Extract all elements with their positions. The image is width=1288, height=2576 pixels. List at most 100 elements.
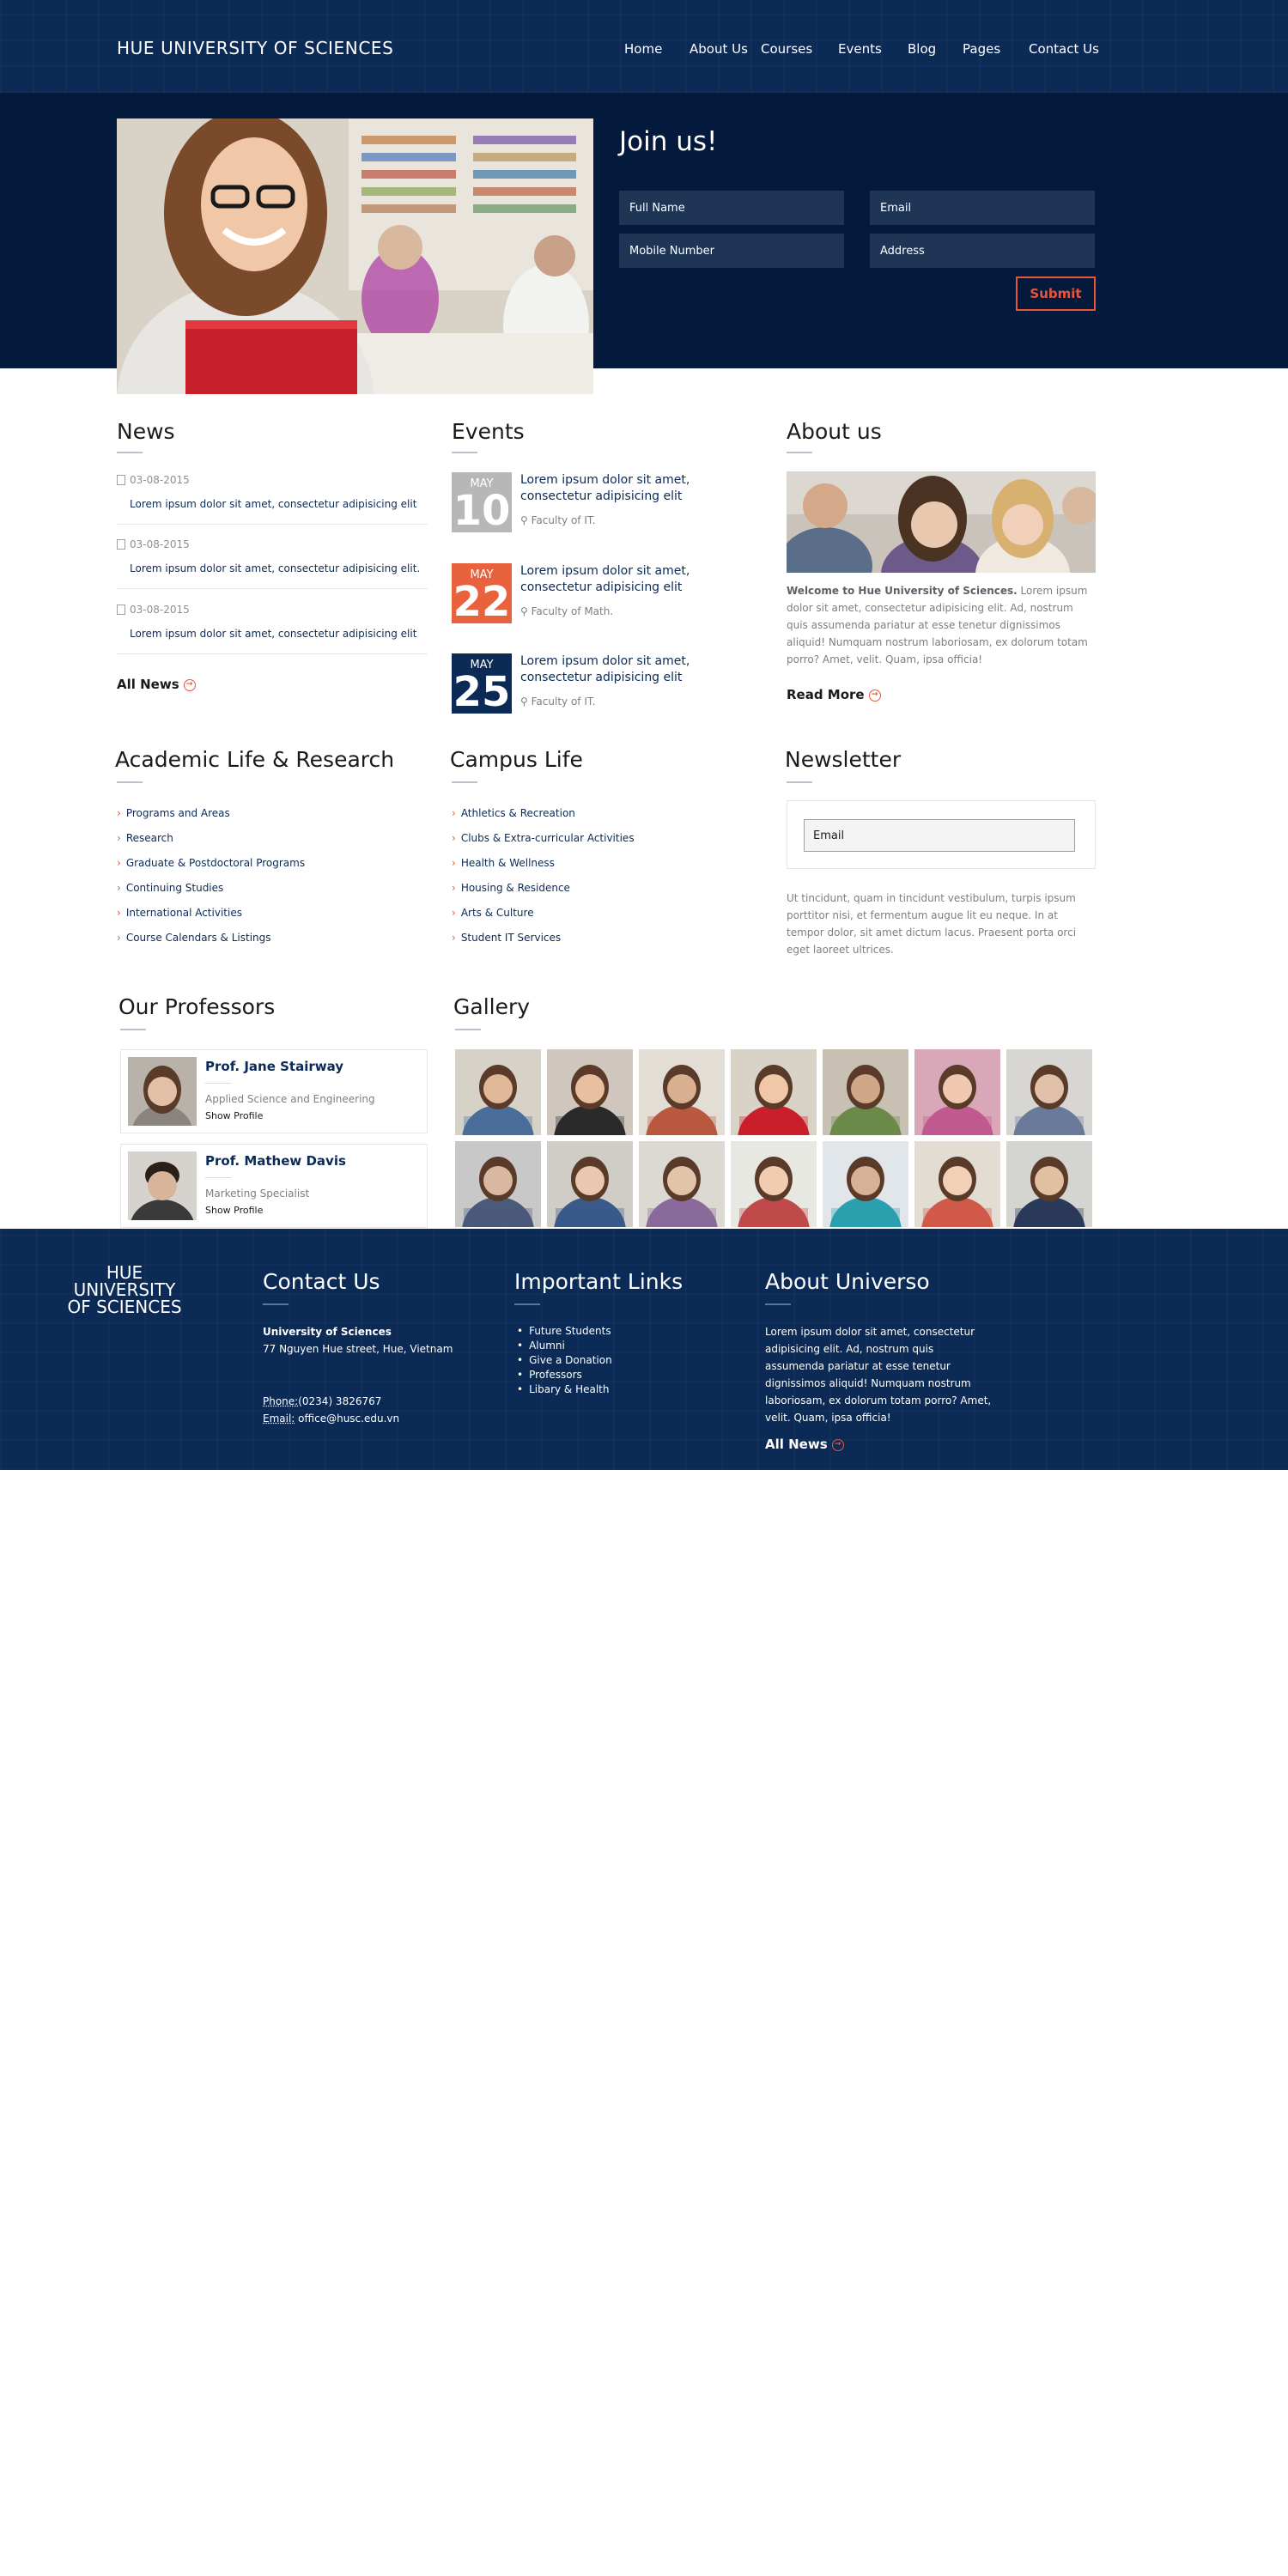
news-title[interactable]: Lorem ipsum dolor sit amet, consectetur … bbox=[130, 628, 416, 640]
gallery-thumbnail[interactable] bbox=[639, 1049, 725, 1135]
academic-link[interactable]: Course Calendars & Listings bbox=[117, 932, 271, 944]
show-profile-link[interactable]: Show Profile bbox=[205, 1110, 263, 1121]
map-marker-icon: ⚲ bbox=[520, 605, 528, 617]
academic-link[interactable]: Research bbox=[117, 832, 173, 844]
footer-links-heading: Important Links bbox=[514, 1269, 683, 1294]
professor-card[interactable]: Prof. Jane Stairway Applied Science and … bbox=[120, 1049, 428, 1133]
address-input[interactable] bbox=[870, 234, 1095, 268]
academic-link[interactable]: International Activities bbox=[117, 907, 242, 919]
event-location-text: Faculty of IT. bbox=[531, 696, 596, 708]
nav-pages[interactable]: Pages bbox=[963, 41, 1000, 57]
campus-link[interactable]: Clubs & Extra-curricular Activities bbox=[452, 832, 635, 844]
footer-contact-rule bbox=[263, 1303, 289, 1305]
campus-link[interactable]: Housing & Residence bbox=[452, 882, 570, 894]
newsletter-heading: Newsletter bbox=[785, 747, 902, 772]
event-location-text: Faculty of Math. bbox=[531, 605, 614, 617]
nav-contact-us[interactable]: Contact Us bbox=[1029, 41, 1099, 57]
newsletter-email-input[interactable] bbox=[804, 819, 1075, 852]
event-title[interactable]: Lorem ipsum dolor sit amet, consectetur … bbox=[520, 653, 718, 686]
gallery-thumbnail[interactable] bbox=[823, 1049, 908, 1135]
gallery-thumbnail[interactable] bbox=[731, 1049, 817, 1135]
nav-courses[interactable]: Courses bbox=[761, 41, 812, 57]
about-body: Lorem ipsum dolor sit amet, consectetur … bbox=[787, 585, 1088, 665]
footer-links-rule bbox=[514, 1303, 540, 1305]
gallery-thumbnail[interactable] bbox=[455, 1141, 541, 1227]
gallery-heading: Gallery bbox=[453, 994, 531, 1019]
all-news-link[interactable]: All News → bbox=[117, 677, 196, 692]
footer-phone: Phone:(0234) 3826767 bbox=[263, 1393, 381, 1410]
gallery-thumbnail[interactable] bbox=[731, 1141, 817, 1227]
email-input[interactable] bbox=[870, 191, 1095, 225]
news-divider bbox=[117, 524, 428, 525]
academic-link[interactable]: Graduate & Postdoctoral Programs bbox=[117, 857, 305, 869]
footer-about-text: Lorem ipsum dolor sit amet, consectetur … bbox=[765, 1326, 992, 1424]
footer-contact-heading: Contact Us bbox=[263, 1269, 380, 1294]
footer-link[interactable]: Alumni bbox=[517, 1340, 565, 1352]
map-marker-icon: ⚲ bbox=[520, 514, 528, 526]
gallery-thumbnail[interactable] bbox=[547, 1049, 633, 1135]
footer-all-news-label: All News bbox=[765, 1437, 828, 1452]
event-title[interactable]: Lorem ipsum dolor sit amet, consectetur … bbox=[520, 563, 718, 596]
events-heading: Events bbox=[452, 419, 525, 444]
gallery-thumbnail[interactable] bbox=[823, 1141, 908, 1227]
read-more-link[interactable]: Read More → bbox=[787, 687, 881, 702]
gallery-thumbnail[interactable] bbox=[1006, 1141, 1092, 1227]
gallery-thumbnail[interactable] bbox=[639, 1141, 725, 1227]
about-heading-rule bbox=[787, 452, 812, 453]
campus-link[interactable]: Student IT Services bbox=[452, 932, 561, 944]
footer-link[interactable]: Future Students bbox=[517, 1325, 611, 1337]
campus-link[interactable]: Health & Wellness bbox=[452, 857, 555, 869]
footer-email: Email: office@husc.edu.vn bbox=[263, 1410, 399, 1427]
event-location: ⚲ Faculty of IT. bbox=[520, 514, 596, 526]
footer-phone-value: (0234) 3826767 bbox=[298, 1395, 382, 1407]
academic-link[interactable]: Programs and Areas bbox=[117, 807, 230, 819]
gallery-thumbnail[interactable] bbox=[914, 1049, 1000, 1135]
read-more-label: Read More bbox=[787, 687, 865, 702]
news-title[interactable]: Lorem ipsum dolor sit amet, consectetur … bbox=[130, 562, 420, 574]
site-footer bbox=[0, 1229, 1288, 1470]
professor-rule bbox=[205, 1177, 231, 1178]
gallery-thumbnail[interactable] bbox=[455, 1049, 541, 1135]
gallery-thumbnail[interactable] bbox=[547, 1141, 633, 1227]
news-date: 03-08-2015 bbox=[130, 474, 190, 486]
site-title[interactable]: HUE UNIVERSITY OF SCIENCES bbox=[117, 38, 393, 58]
document-icon bbox=[117, 605, 125, 615]
news-title[interactable]: Lorem ipsum dolor sit amet, consectetur … bbox=[130, 498, 416, 510]
footer-link[interactable]: Give a Donation bbox=[517, 1354, 612, 1366]
all-news-label: All News bbox=[117, 677, 179, 692]
about-heading: About us bbox=[787, 419, 882, 444]
footer-email-value[interactable]: office@husc.edu.vn bbox=[298, 1413, 399, 1425]
footer-all-news-link[interactable]: All News → bbox=[765, 1437, 844, 1452]
arrow-right-icon: → bbox=[868, 689, 881, 702]
campus-link[interactable]: Arts & Culture bbox=[452, 907, 534, 919]
about-lead: Welcome to Hue University of Sciences. bbox=[787, 585, 1018, 597]
academic-link[interactable]: Continuing Studies bbox=[117, 882, 223, 894]
gallery-thumbnail[interactable] bbox=[914, 1141, 1000, 1227]
footer-org: University of Sciences bbox=[263, 1326, 392, 1338]
mobile-number-input[interactable] bbox=[619, 234, 844, 268]
footer-about-rule bbox=[765, 1303, 791, 1305]
nav-blog[interactable]: Blog bbox=[908, 41, 936, 57]
show-profile-link[interactable]: Show Profile bbox=[205, 1205, 263, 1216]
news-divider bbox=[117, 588, 428, 589]
campus-link[interactable]: Athletics & Recreation bbox=[452, 807, 575, 819]
professor-photo bbox=[128, 1151, 197, 1220]
nav-about-us[interactable]: About Us bbox=[690, 41, 748, 57]
professors-heading: Our Professors bbox=[118, 994, 276, 1019]
event-title[interactable]: Lorem ipsum dolor sit amet, consectetur … bbox=[520, 472, 718, 505]
events-heading-rule bbox=[452, 452, 477, 453]
newsletter-heading-rule bbox=[787, 781, 812, 783]
campus-heading-rule bbox=[452, 781, 477, 783]
footer-logo[interactable]: HUE UNIVERSITY OF SCIENCES bbox=[60, 1264, 189, 1315]
gallery-thumbnail[interactable] bbox=[1006, 1049, 1092, 1135]
nav-events[interactable]: Events bbox=[838, 41, 882, 57]
submit-button[interactable]: Submit bbox=[1016, 276, 1096, 311]
full-name-input[interactable] bbox=[619, 191, 844, 225]
nav-home[interactable]: Home bbox=[624, 41, 662, 57]
professor-card[interactable]: Prof. Mathew Davis Marketing Specialist … bbox=[120, 1144, 428, 1228]
footer-link[interactable]: Professors bbox=[517, 1369, 582, 1381]
event-day: 22 bbox=[453, 578, 511, 623]
event-location-text: Faculty of IT. bbox=[531, 514, 596, 526]
footer-link[interactable]: Libary & Health bbox=[517, 1383, 609, 1395]
news-divider bbox=[117, 653, 428, 654]
